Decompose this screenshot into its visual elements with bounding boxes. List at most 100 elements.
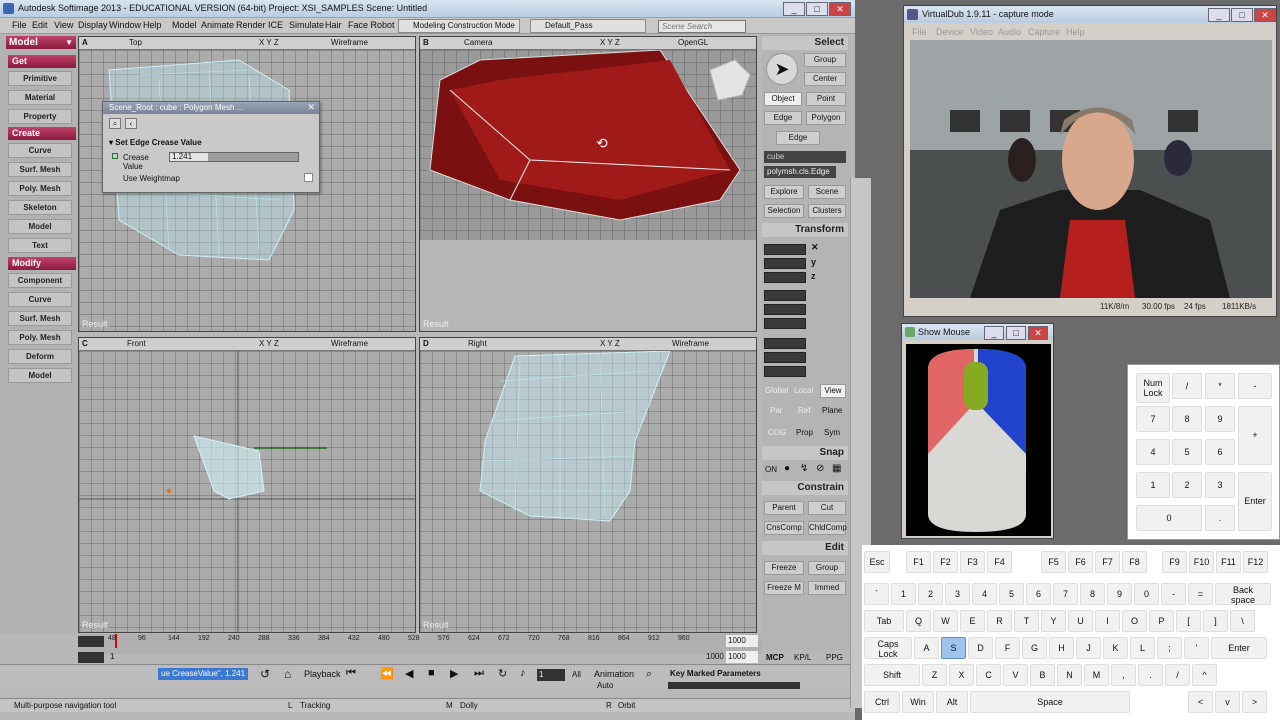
- key-e[interactable]: E: [960, 610, 985, 632]
- key-d[interactable]: D: [968, 637, 993, 659]
- key-l[interactable]: L: [1130, 637, 1155, 659]
- key-k[interactable]: K: [1103, 637, 1128, 659]
- key-8[interactable]: 8: [1080, 583, 1105, 605]
- menu-view[interactable]: View: [54, 20, 73, 30]
- playback-menu[interactable]: Playback: [304, 669, 341, 679]
- key-3[interactable]: 3: [945, 583, 970, 605]
- edge-filter-button[interactable]: Edge: [776, 131, 820, 145]
- snap-point-icon[interactable]: ●: [784, 463, 790, 474]
- snap-curve-icon[interactable]: ↯: [800, 463, 808, 474]
- camera-dropdown[interactable]: Camera: [464, 38, 492, 47]
- key-0[interactable]: 0: [1136, 505, 1202, 531]
- key-8[interactable]: 8: [1172, 406, 1202, 432]
- key-r[interactable]: R: [987, 610, 1012, 632]
- key-symbol[interactable]: \: [1230, 610, 1255, 632]
- key-f[interactable]: F: [995, 637, 1020, 659]
- tab-mcp[interactable]: MCP: [766, 653, 784, 662]
- key-m[interactable]: M: [1084, 664, 1109, 686]
- menu-display[interactable]: Display: [78, 20, 108, 30]
- key-a[interactable]: A: [914, 637, 939, 659]
- section-header[interactable]: ▾ Set Edge Crease Value: [109, 138, 202, 147]
- lock-icon[interactable]: ⌕: [109, 118, 121, 129]
- key-ctrl[interactable]: Ctrl: [864, 691, 900, 713]
- display-mode-dropdown[interactable]: Wireframe: [672, 339, 709, 348]
- key-plus[interactable]: +: [1238, 406, 1272, 465]
- point-button[interactable]: Point: [806, 92, 846, 106]
- range-end-field[interactable]: 1000: [726, 651, 758, 663]
- key-enter[interactable]: Enter: [1211, 637, 1267, 659]
- key-u[interactable]: U: [1068, 610, 1093, 632]
- edge-button[interactable]: Edge: [764, 111, 802, 125]
- property-button[interactable]: Property: [8, 109, 72, 124]
- section-get[interactable]: Get: [8, 55, 76, 68]
- center-button[interactable]: Center: [804, 72, 846, 86]
- key-7[interactable]: 7: [1136, 406, 1170, 432]
- axis-toggles[interactable]: X Y Z: [600, 339, 620, 348]
- vd-menu-file[interactable]: File: [912, 27, 927, 37]
- modify-curve-button[interactable]: Curve: [8, 292, 72, 307]
- stop-icon[interactable]: ■: [428, 667, 435, 679]
- audio-icon[interactable]: ♪: [520, 667, 526, 679]
- key-9[interactable]: 9: [1205, 406, 1235, 432]
- key-win[interactable]: Win: [902, 691, 934, 713]
- dialog-close-icon[interactable]: ✕: [307, 102, 315, 113]
- key-h[interactable]: H: [1049, 637, 1074, 659]
- crease-value-field[interactable]: 1.241: [170, 153, 208, 161]
- key-icon[interactable]: ⌕: [646, 668, 652, 681]
- key-f11[interactable]: F11: [1216, 551, 1241, 573]
- key-symbol[interactable]: =: [1188, 583, 1213, 605]
- translate-y-field[interactable]: [764, 352, 806, 363]
- close-button[interactable]: ✕: [829, 2, 851, 16]
- key-0[interactable]: 0: [1134, 583, 1159, 605]
- axis-toggles[interactable]: X Y Z: [259, 339, 279, 348]
- material-button[interactable]: Material: [8, 90, 72, 105]
- key-multiply[interactable]: *: [1205, 373, 1235, 399]
- key-symbol[interactable]: .: [1138, 664, 1163, 686]
- last-frame-icon[interactable]: ⏭: [474, 667, 484, 680]
- key-b[interactable]: B: [1030, 664, 1055, 686]
- key-marked-parameters[interactable]: Key Marked Parameters: [670, 669, 761, 678]
- scene-search-input[interactable]: [658, 20, 746, 33]
- key-c[interactable]: C: [976, 664, 1001, 686]
- axis-toggles[interactable]: X Y Z: [600, 38, 620, 47]
- viewport-camera[interactable]: B Camera X Y Z OpenGL ⟲ Result: [419, 36, 757, 332]
- select-arrow-icon[interactable]: ➤: [766, 53, 798, 85]
- key-f9[interactable]: F9: [1162, 551, 1187, 573]
- menu-face-robot[interactable]: Face Robot: [348, 20, 395, 30]
- key-w[interactable]: W: [933, 610, 958, 632]
- sm-maximize-button[interactable]: □: [1006, 326, 1026, 340]
- end-frame-field[interactable]: 1000: [726, 635, 758, 647]
- key-symbol[interactable]: ^: [1192, 664, 1217, 686]
- loop-icon[interactable]: ↻: [498, 667, 507, 680]
- explore-button[interactable]: Explore: [764, 185, 804, 199]
- animatable-icon[interactable]: [112, 153, 118, 159]
- key-f1[interactable]: F1: [906, 551, 931, 573]
- freeze-button[interactable]: Freeze: [764, 561, 804, 575]
- menu-file[interactable]: File: [12, 20, 27, 30]
- key-n[interactable]: N: [1057, 664, 1082, 686]
- mode-selector[interactable]: Model ▼: [6, 36, 76, 49]
- selection-field[interactable]: cube: [764, 151, 846, 163]
- create-model-button[interactable]: Model: [8, 219, 72, 234]
- modify-model-button[interactable]: Model: [8, 368, 72, 383]
- maximize-button[interactable]: □: [806, 2, 828, 16]
- create-text-button[interactable]: Text: [8, 238, 72, 253]
- vd-menu-help[interactable]: Help: [1066, 27, 1085, 37]
- sym-toggle[interactable]: Sym: [824, 428, 840, 437]
- group-button[interactable]: Group: [804, 53, 846, 67]
- key-q[interactable]: Q: [906, 610, 931, 632]
- cut-button[interactable]: Cut: [808, 501, 846, 515]
- sm-minimize-button[interactable]: _: [984, 326, 1004, 340]
- animation-menu[interactable]: Animation: [594, 669, 634, 679]
- vd-menu-video[interactable]: Video: [970, 27, 993, 37]
- ref-par[interactable]: Par: [770, 406, 782, 415]
- create-curve-button[interactable]: Curve: [8, 143, 72, 158]
- vd-maximize-button[interactable]: □: [1231, 8, 1253, 22]
- translate-x-field[interactable]: [764, 338, 806, 349]
- key-4[interactable]: 4: [1136, 439, 1170, 465]
- snap-grid-icon[interactable]: ⊘: [816, 463, 824, 474]
- key-back-space[interactable]: Back space: [1215, 583, 1271, 605]
- key-symbol[interactable]: /: [1165, 664, 1190, 686]
- key-v[interactable]: v: [1215, 691, 1240, 713]
- modify-surf-mesh-button[interactable]: Surf. Mesh: [8, 311, 72, 326]
